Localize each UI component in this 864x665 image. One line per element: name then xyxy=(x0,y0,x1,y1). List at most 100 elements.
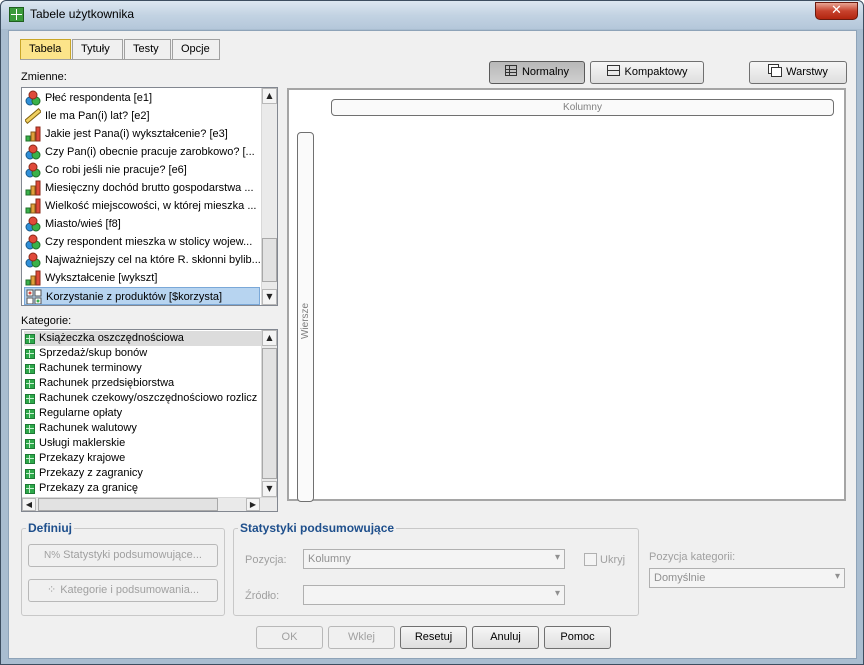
variable-list-item[interactable]: Miesięczny dochód brutto gospodarstwa ..… xyxy=(24,179,260,197)
category-label: Rachunek czekowy/oszczędnościowo rozlicz xyxy=(39,392,258,404)
variable-list-item[interactable]: Najważniejszy cel na które R. skłonni by… xyxy=(24,251,260,269)
layers-icon xyxy=(768,64,783,77)
categories-totals-button[interactable]: ⁘ Kategorie i podsumowania... xyxy=(28,579,218,602)
variables-scrollbar[interactable]: ▲ ▼ xyxy=(261,88,277,305)
table-canvas[interactable]: Kolumny Wiersze xyxy=(287,88,846,502)
nominal-icon xyxy=(25,144,41,160)
category-list-item[interactable]: Rachunek walutowy xyxy=(24,421,264,436)
category-icon xyxy=(25,439,35,449)
normal-view-button[interactable]: Normalny xyxy=(489,61,585,84)
variable-list-item[interactable]: Miasto/wieś [f8] xyxy=(24,215,260,233)
variable-label: Co robi jeśli nie pracuje? [e6] xyxy=(45,164,187,176)
category-icon xyxy=(25,349,35,359)
variable-list-item[interactable]: Korzystanie z produktów [$korzysta] xyxy=(24,287,260,305)
variable-label: Miesięczny dochód brutto gospodarstwa ..… xyxy=(45,182,254,194)
categories-totals-label: Kategorie i podsumowania... xyxy=(60,584,200,596)
layers-button[interactable]: Warstwy xyxy=(749,61,847,84)
category-icon xyxy=(25,409,35,419)
variable-label: Czy respondent mieszka w stolicy wojew..… xyxy=(45,236,253,248)
variables-list[interactable]: ▲ ▼ Płeć respondenta [e1] Ile ma Pan(i) l… xyxy=(21,87,278,306)
category-list-item[interactable]: Przekazy za granicę xyxy=(24,481,264,496)
tab-testy[interactable]: Testy xyxy=(124,39,171,60)
category-label: Regularne opłaty xyxy=(39,407,123,419)
app-icon xyxy=(9,7,24,22)
window-title: Tabele użytkownika xyxy=(30,7,135,21)
variable-list-item[interactable]: Wykształcenie [wykszt] xyxy=(24,269,260,287)
scroll-thumb[interactable] xyxy=(262,348,277,479)
category-list-item[interactable]: Przekazy z zagranicy xyxy=(24,466,264,481)
ok-button[interactable]: OK xyxy=(256,626,323,649)
tab-opcje[interactable]: Opcje xyxy=(172,39,220,60)
nominal-icon xyxy=(25,252,41,268)
source-select[interactable] xyxy=(303,585,565,605)
variable-list-item[interactable]: Co robi jeśli nie pracuje? [e6] xyxy=(24,161,260,179)
scroll-up-icon[interactable]: ▲ xyxy=(262,88,277,104)
reset-button[interactable]: Resetuj xyxy=(400,626,467,649)
category-list-item[interactable]: Rachunek czekowy/oszczędnościowo rozlicz xyxy=(24,391,264,406)
category-list-item[interactable]: Przekazy krajowe xyxy=(24,451,264,466)
category-icon xyxy=(25,469,35,479)
category-list-item[interactable]: Rachunek przedsiębiorstwa xyxy=(24,376,264,391)
tab-divider xyxy=(20,59,220,60)
categories-scrollbar[interactable]: ▲ ▼ xyxy=(261,330,277,497)
category-position-select[interactable]: Domyślnie xyxy=(649,568,845,588)
compact-view-button[interactable]: Kompaktowy xyxy=(590,61,704,84)
rows-drop-zone[interactable]: Wiersze xyxy=(297,132,314,502)
variable-list-item[interactable]: Ile ma Pan(i) lat? [e2] xyxy=(24,107,260,125)
category-list-item[interactable]: Sprzedaż/skup bonów xyxy=(24,346,264,361)
help-button[interactable]: Pomoc xyxy=(544,626,611,649)
categories-icon: ⁘ xyxy=(46,584,57,596)
close-button[interactable]: ✕ xyxy=(815,2,858,20)
category-icon xyxy=(25,484,35,494)
compact-table-icon xyxy=(606,65,620,76)
variable-list-item[interactable]: Czy respondent mieszka w stolicy wojew..… xyxy=(24,233,260,251)
tab-tabela[interactable]: Tabela xyxy=(20,39,71,60)
variable-label: Płeć respondenta [e1] xyxy=(45,92,153,104)
scroll-left-icon[interactable]: ◀ xyxy=(22,498,36,511)
category-list-item[interactable]: Rachunek terminowy xyxy=(24,361,264,376)
nominal-icon xyxy=(25,216,41,232)
scroll-thumb[interactable] xyxy=(262,238,277,282)
category-label: Rachunek terminowy xyxy=(39,362,142,374)
variable-list-item[interactable]: Jakie jest Pana(i) wykształcenie? [e3] xyxy=(24,125,260,143)
variable-label: Ile ma Pan(i) lat? [e2] xyxy=(45,110,150,122)
position-select[interactable]: Kolumny xyxy=(303,549,565,569)
scale-icon xyxy=(24,107,42,125)
categories-hscrollbar[interactable]: ◀ ▶ xyxy=(22,497,277,511)
hide-label: Ukryj xyxy=(600,554,626,566)
category-list-item[interactable]: Regularne opłaty xyxy=(24,406,264,421)
hide-checkbox[interactable] xyxy=(584,553,597,566)
position-label: Pozycja: xyxy=(245,554,287,566)
dialog-window: Tabele użytkownika ✕ Tabela Tytuły Testy… xyxy=(0,0,864,665)
summary-stats-icon: N% xyxy=(44,550,61,561)
cancel-button[interactable]: Anuluj xyxy=(472,626,539,649)
category-label: Sprzedaż/skup bonów xyxy=(39,347,148,359)
nominal-icon xyxy=(25,90,41,106)
categories-list[interactable]: Przekazy za granicę Przekazy z zagranicy P… xyxy=(21,329,278,512)
variable-list-item[interactable]: Wielkość miejscowości, w której mieszka … xyxy=(24,197,260,215)
variable-label: Wielkość miejscowości, w której mieszka … xyxy=(45,200,257,212)
scroll-down-icon[interactable]: ▼ xyxy=(262,289,277,305)
ordinal-icon xyxy=(25,198,41,214)
source-label: Źródło: xyxy=(245,590,280,602)
scroll-up-icon[interactable]: ▲ xyxy=(262,330,277,346)
variable-list-item[interactable]: Płeć respondenta [e1] xyxy=(24,89,260,107)
paste-button[interactable]: Wklej xyxy=(328,626,395,649)
summary-statistics-button[interactable]: N% Statystyki podsumowujące... xyxy=(28,544,218,567)
categories-label: Kategorie: xyxy=(21,315,72,327)
variable-label: Najważniejszy cel na które R. skłonni by… xyxy=(45,254,260,266)
category-label: Rachunek przedsiębiorstwa xyxy=(39,377,175,389)
ordinal-icon xyxy=(25,270,41,286)
scroll-down-icon[interactable]: ▼ xyxy=(262,481,277,497)
summary-stats-group: Statystyki podsumowujące Pozycja: Kolumn… xyxy=(233,521,639,616)
columns-drop-zone[interactable]: Kolumny xyxy=(331,99,834,116)
variable-label: Jakie jest Pana(i) wykształcenie? [e3] xyxy=(45,128,228,140)
scroll-right-icon[interactable]: ▶ xyxy=(246,498,260,511)
variable-list-item[interactable]: Czy Pan(i) obecnie pracuje zarobkowo? [.… xyxy=(24,143,260,161)
category-list-item[interactable]: Książeczka oszczędnościowa xyxy=(24,331,264,346)
category-list-item[interactable]: Usługi maklerskie xyxy=(24,436,264,451)
hscroll-thumb[interactable] xyxy=(38,498,218,511)
ordinal-icon xyxy=(25,126,41,142)
layers-label: Warstwy xyxy=(786,66,828,78)
tab-tytuly[interactable]: Tytuły xyxy=(72,39,123,60)
